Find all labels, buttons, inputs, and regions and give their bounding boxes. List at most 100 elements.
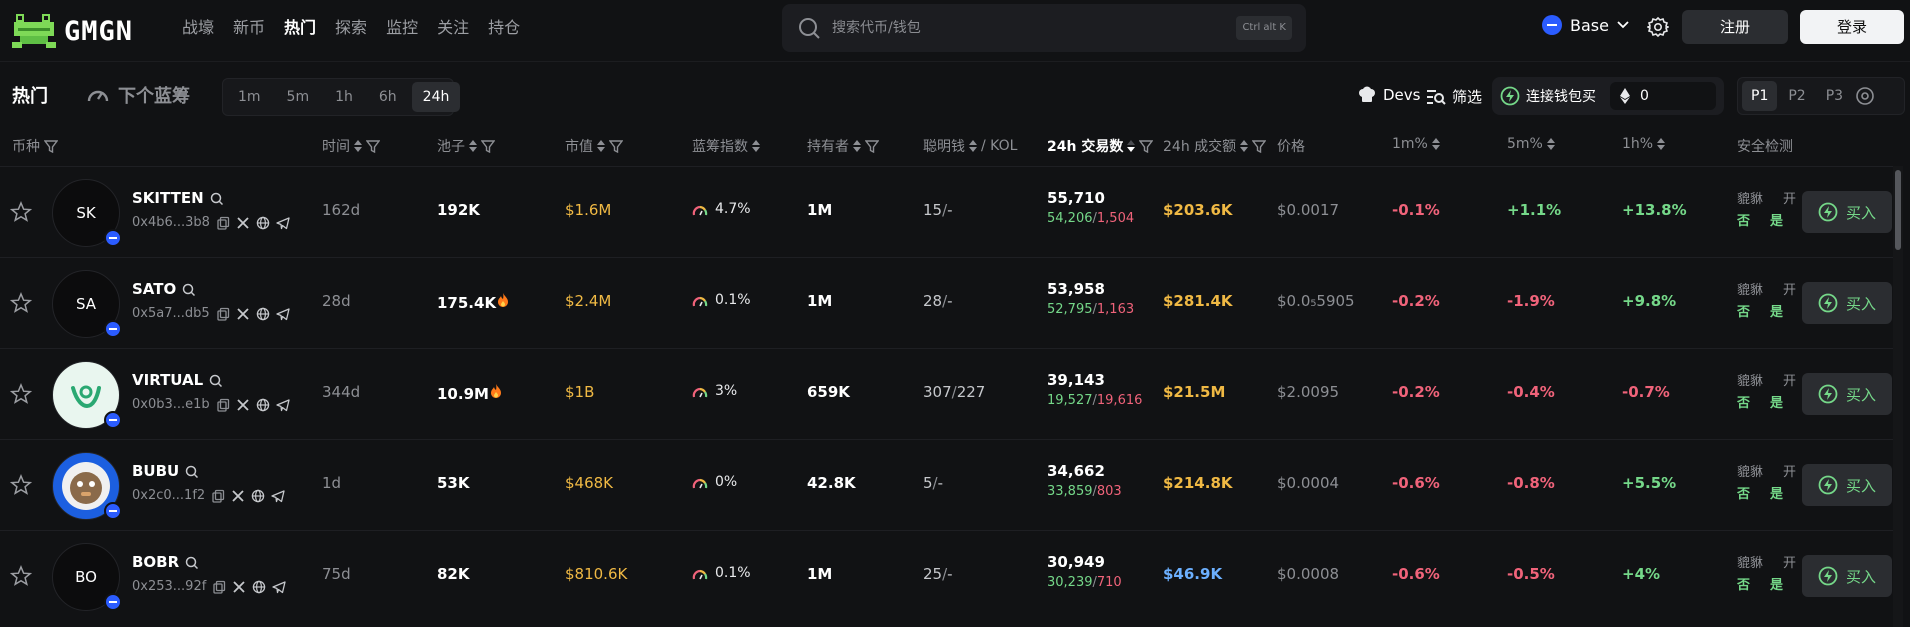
favorite-star-icon[interactable] xyxy=(10,383,32,405)
search-token-icon[interactable] xyxy=(185,556,199,569)
telegram-icon[interactable] xyxy=(271,489,285,503)
favorite-star-icon[interactable] xyxy=(10,292,32,314)
page-p2[interactable]: P2 xyxy=(1779,81,1814,111)
telegram-icon[interactable] xyxy=(272,580,286,594)
x-twitter-icon[interactable] xyxy=(236,307,250,321)
buy-button[interactable]: 买入 xyxy=(1802,373,1892,415)
search-token-icon[interactable] xyxy=(182,283,196,296)
nav-item-2[interactable]: 热门 xyxy=(284,14,316,38)
nav-item-5[interactable]: 关注 xyxy=(437,14,469,38)
token-address[interactable]: 0x253...92f xyxy=(132,579,206,594)
funnel-filter-icon[interactable] xyxy=(1139,139,1154,153)
preset-settings-icon[interactable] xyxy=(1854,85,1876,107)
x-twitter-icon[interactable] xyxy=(231,489,245,503)
telegram-icon[interactable] xyxy=(276,398,290,412)
register-button[interactable]: 注册 xyxy=(1682,10,1788,44)
funnel-filter-icon[interactable] xyxy=(481,139,495,153)
sort-arrows-icon[interactable] xyxy=(752,140,760,152)
copy-icon[interactable] xyxy=(216,398,230,412)
chain-selector[interactable]: Base xyxy=(1542,15,1629,35)
telegram-icon[interactable] xyxy=(276,307,290,321)
timeframe-1m[interactable]: 1m xyxy=(227,82,272,112)
table-row[interactable]: BUBU 0x2c0...1f2 1d 53K $468K 0% 42.8K 5/- 34,66… xyxy=(0,439,1893,530)
sort-arrows-icon[interactable] xyxy=(853,140,861,152)
nav-item-6[interactable]: 持仓 xyxy=(488,14,520,38)
copy-icon[interactable] xyxy=(216,216,230,230)
timeframe-5m[interactable]: 5m xyxy=(276,82,321,112)
login-button[interactable]: 登录 xyxy=(1800,10,1904,44)
next-bluechip-tab[interactable]: 下个蓝筹 xyxy=(86,82,190,108)
website-globe-icon[interactable] xyxy=(251,489,265,503)
token-address[interactable]: 0x0b3...e1b xyxy=(132,397,210,412)
column-header-blue-index[interactable]: 蓝筹指数 xyxy=(692,136,760,156)
x-twitter-icon[interactable] xyxy=(232,580,246,594)
timeframe-6h[interactable]: 6h xyxy=(368,82,408,112)
settings-gear-icon[interactable] xyxy=(1647,16,1669,38)
nav-item-1[interactable]: 新币 xyxy=(233,14,265,38)
scrollbar-thumb[interactable] xyxy=(1895,170,1901,250)
token-name[interactable]: SATO xyxy=(132,280,196,298)
table-row[interactable]: SA SATO 0x5a7...db5 28d 175.4K $2.4M 0.1% 1M 28/… xyxy=(0,257,1893,348)
nav-item-0[interactable]: 战壕 xyxy=(182,14,214,38)
page-p1[interactable]: P1 xyxy=(1742,81,1778,111)
website-globe-icon[interactable] xyxy=(256,216,270,230)
search-token-icon[interactable] xyxy=(185,465,199,478)
buy-button[interactable]: 买入 xyxy=(1802,282,1892,324)
search-bar[interactable]: Ctrl alt K xyxy=(782,4,1306,52)
column-header-mcap[interactable]: 市值 xyxy=(565,136,623,156)
timeframe-24h[interactable]: 24h xyxy=(411,82,461,112)
sort-arrows-icon[interactable] xyxy=(354,140,362,152)
sort-arrows-icon[interactable] xyxy=(1546,138,1555,150)
sort-arrows-icon[interactable] xyxy=(1127,140,1136,152)
table-row[interactable]: VIRTUAL 0x0b3...e1b 344d 10.9M $1B 3% 659K 307/… xyxy=(0,348,1893,439)
sort-arrows-icon[interactable] xyxy=(969,140,977,152)
funnel-filter-icon[interactable] xyxy=(865,139,879,153)
sort-arrows-icon[interactable] xyxy=(597,140,605,152)
brand-logo[interactable]: GMGN xyxy=(12,12,133,50)
funnel-filter-icon[interactable] xyxy=(609,139,623,153)
column-header-m1[interactable]: 1m% xyxy=(1392,136,1440,152)
column-header-volume[interactable]: 24h 成交额 xyxy=(1163,136,1267,156)
website-globe-icon[interactable] xyxy=(252,580,266,594)
devs-filter-button[interactable]: Devs xyxy=(1357,86,1420,104)
x-twitter-icon[interactable] xyxy=(236,398,250,412)
token-name[interactable]: BUBU xyxy=(132,462,199,480)
buy-button[interactable]: 买入 xyxy=(1802,464,1892,506)
token-name[interactable]: SKITTEN xyxy=(132,189,223,207)
column-header-tx[interactable]: 24h 交易数 xyxy=(1047,136,1154,156)
sort-arrows-icon[interactable] xyxy=(1657,138,1666,150)
funnel-filter-icon[interactable] xyxy=(44,139,58,153)
sort-arrows-icon[interactable] xyxy=(469,140,477,152)
table-row[interactable]: BO BOBR 0x253...92f 75d 82K $810.6K 0.1% 1M 25/-… xyxy=(0,530,1893,621)
sort-arrows-icon[interactable] xyxy=(1431,138,1440,150)
x-twitter-icon[interactable] xyxy=(236,216,250,230)
buy-amount-input[interactable]: 0 xyxy=(1610,82,1716,110)
token-address[interactable]: 0x4b6...3b8 xyxy=(132,215,210,230)
favorite-star-icon[interactable] xyxy=(10,565,32,587)
token-address[interactable]: 0x2c0...1f2 xyxy=(132,488,205,503)
page-p3[interactable]: P3 xyxy=(1817,81,1852,111)
funnel-filter-icon[interactable] xyxy=(1252,139,1267,153)
hot-tab[interactable]: 热门 xyxy=(12,82,48,108)
token-name[interactable]: VIRTUAL xyxy=(132,371,223,389)
copy-icon[interactable] xyxy=(216,307,230,321)
column-header-h1[interactable]: 1h% xyxy=(1622,136,1666,152)
column-header-holders[interactable]: 持有者 xyxy=(807,136,879,156)
column-header-age[interactable]: 时间 xyxy=(322,136,380,156)
telegram-icon[interactable] xyxy=(276,216,290,230)
funnel-filter-icon[interactable] xyxy=(366,139,380,153)
buy-button[interactable]: 买入 xyxy=(1802,555,1892,597)
table-scrollbar[interactable] xyxy=(1893,166,1903,627)
filter-button[interactable]: 筛选 xyxy=(1426,86,1482,107)
token-address[interactable]: 0x5a7...db5 xyxy=(132,306,210,321)
search-token-icon[interactable] xyxy=(209,374,223,387)
token-name[interactable]: BOBR xyxy=(132,553,199,571)
column-header-smart[interactable]: 聪明钱 / KOL xyxy=(923,136,1017,156)
column-header-pool[interactable]: 池子 xyxy=(437,136,495,156)
timeframe-1h[interactable]: 1h xyxy=(324,82,364,112)
nav-item-3[interactable]: 探索 xyxy=(335,14,367,38)
search-input[interactable] xyxy=(832,4,1212,52)
copy-icon[interactable] xyxy=(212,580,226,594)
search-token-icon[interactable] xyxy=(210,192,223,205)
buy-button[interactable]: 买入 xyxy=(1802,191,1892,233)
